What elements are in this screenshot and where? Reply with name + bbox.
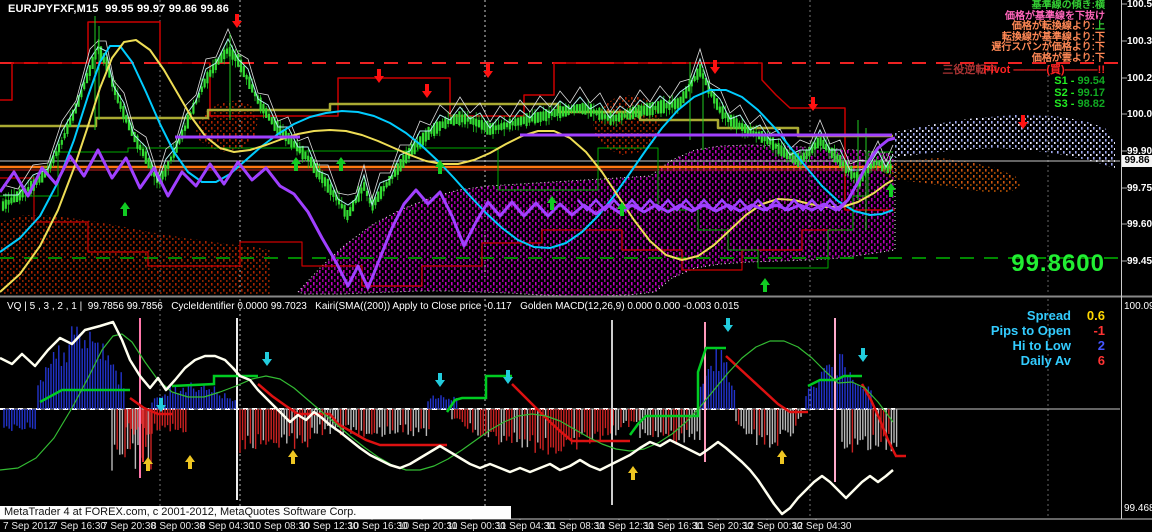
indicator-cloud	[880, 158, 1022, 192]
symbol-ohlc-header: EURJPYFXF,M15 99.95 99.97 99.86 99.86	[8, 4, 229, 15]
down-signal-arrow	[422, 84, 432, 98]
current-price-display: 99.8600	[991, 252, 1105, 276]
time-axis-label: 8 Sep 00:30	[151, 521, 205, 532]
indicator-cloud	[0, 215, 270, 295]
down-signal-arrow	[808, 97, 818, 111]
mt4-chart-window: EURJPYFXF,M15 99.95 99.97 99.86 99.86 基準…	[0, 0, 1152, 532]
indicator-subwindow-plot[interactable]	[0, 299, 1120, 518]
up-signal-arrow	[628, 466, 638, 480]
down-signal-arrow	[262, 352, 272, 366]
price-info-panel: 99.8600 Spread0.6Pips to Open-1Hi to Low…	[991, 220, 1105, 400]
info-row: Spread0.6	[991, 308, 1105, 323]
info-row: Pips to Open-1	[991, 323, 1105, 338]
price-scale-label: 100.05	[1127, 109, 1152, 120]
up-signal-arrow	[120, 202, 130, 216]
ichimoku-status-line: 価格が雲より:下	[942, 54, 1105, 65]
down-signal-arrow	[858, 348, 868, 362]
price-scale-label: 99.60	[1127, 219, 1152, 230]
price-scale-label: 100.20	[1127, 73, 1152, 84]
down-signal-arrow	[710, 60, 720, 74]
status-bar: MetaTrader 4 at FOREX.com, c 2001-2012, …	[0, 506, 511, 519]
up-signal-arrow	[777, 450, 787, 464]
time-axis-label: 7 Sep 2012	[3, 521, 54, 532]
up-signal-arrow	[760, 278, 770, 292]
trend-step-line	[726, 356, 808, 412]
info-row: Hi to Low2	[991, 338, 1105, 353]
up-signal-arrow	[185, 455, 195, 469]
time-axis-label: 12 Sep 04:30	[792, 521, 852, 532]
price-scale-label: 99.75	[1127, 183, 1152, 194]
subwindow-scale-max: 100.0911	[1124, 301, 1152, 312]
current-price-box: 99.86	[1122, 155, 1152, 167]
ichimoku-status-panel: 基準線の傾き:横価格が基準線を下抜け価格が転換線より:上転換線が基準線より:下遅…	[942, 1, 1105, 111]
down-signal-arrow	[374, 69, 384, 83]
indicator-cloud	[195, 100, 258, 152]
up-signal-arrow	[288, 450, 298, 464]
time-axis[interactable]: 7 Sep 20127 Sep 16:307 Sep 20:308 Sep 00…	[0, 520, 1152, 532]
pivot-support-level: S3 - 98.82	[942, 99, 1105, 111]
up-signal-arrow	[291, 157, 301, 171]
down-signal-arrow	[723, 318, 733, 332]
subwindow-scale-min: 99.4689	[1124, 503, 1152, 514]
info-row: Daily Av6	[991, 353, 1105, 368]
subwindow-indicator-header: VQ | 5 , 3 , 2 , 1 | 99.7856 99.7856 Cyc…	[7, 302, 739, 312]
price-scale-label: 99.45	[1127, 256, 1152, 267]
down-signal-arrow	[435, 373, 445, 387]
time-axis-label: 7 Sep 16:30	[52, 521, 106, 532]
down-signal-arrow	[503, 370, 513, 384]
price-scale-label: 100.35	[1127, 36, 1152, 47]
time-axis-label: 7 Sep 20:30	[102, 521, 156, 532]
up-signal-arrow	[336, 157, 346, 171]
price-scale-label: 100.50	[1127, 0, 1152, 10]
time-axis-label: 8 Sep 04:30	[200, 521, 254, 532]
